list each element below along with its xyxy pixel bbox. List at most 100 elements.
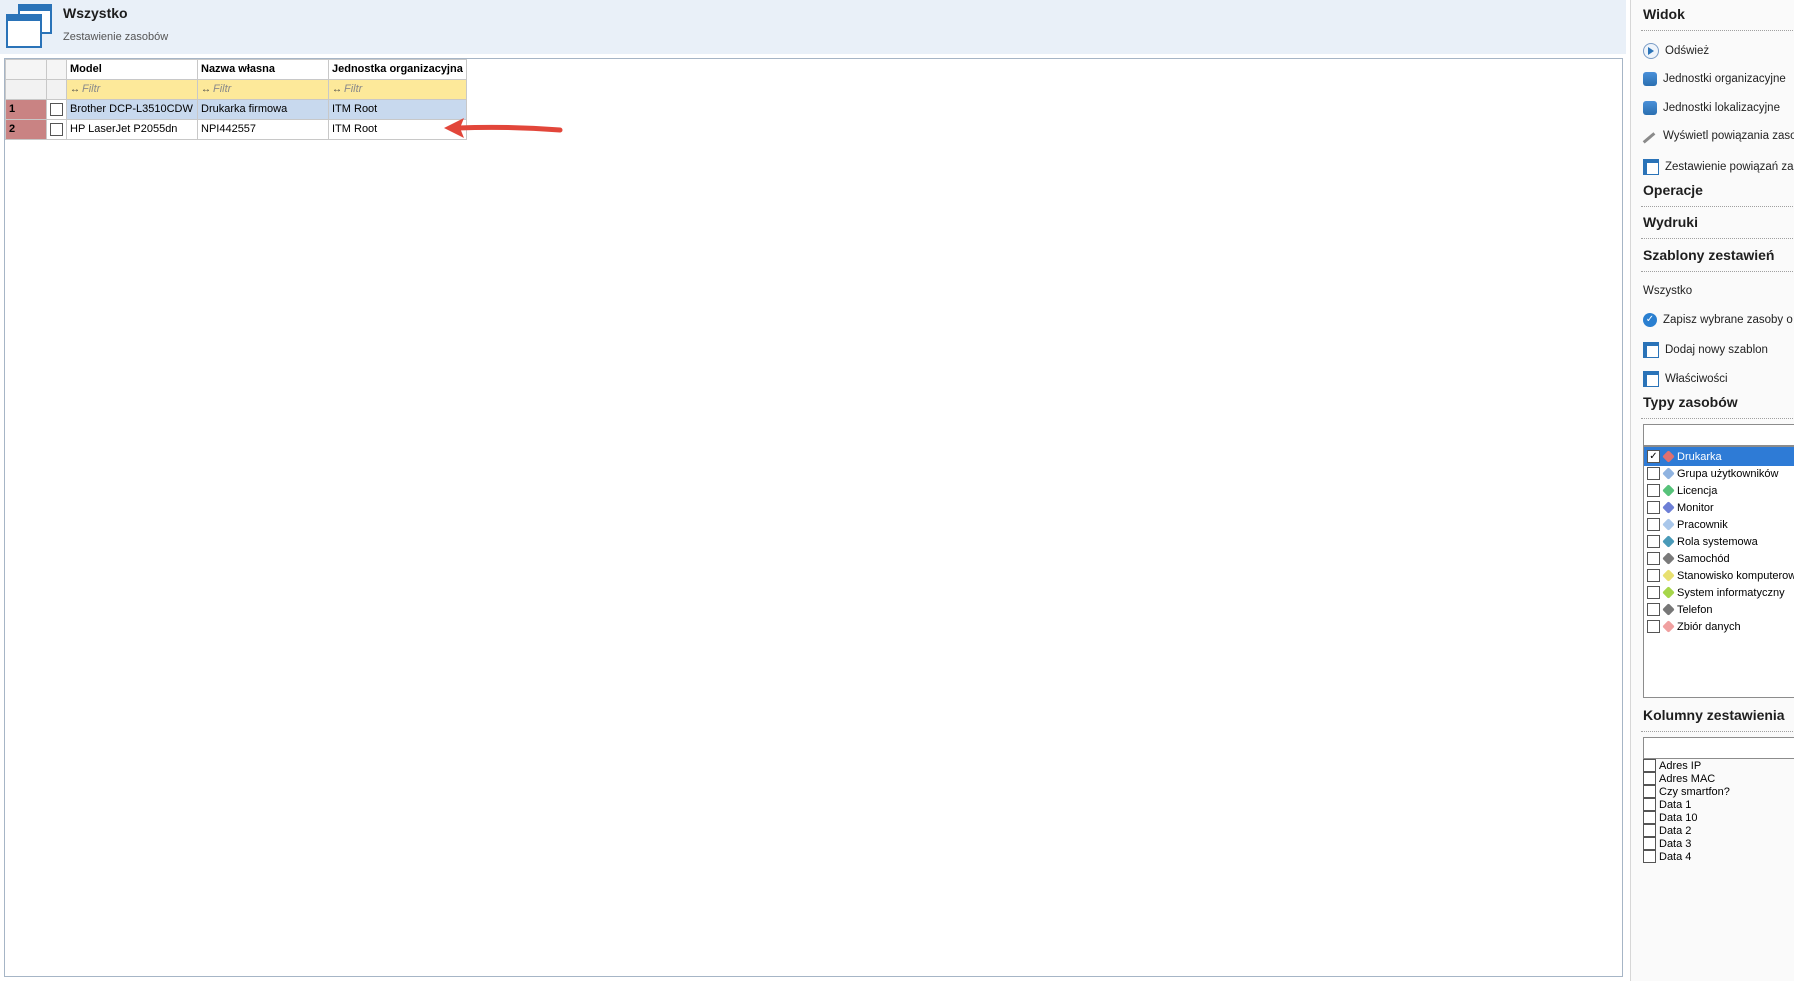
- list-item-label: Stanowisko komputerowe: [1677, 569, 1794, 582]
- list-item-label: Monitor: [1677, 501, 1714, 514]
- tag-icon: [1662, 552, 1675, 565]
- section-title-widok[interactable]: Widok: [1643, 6, 1685, 22]
- column-option[interactable]: Data 4: [1643, 849, 1691, 864]
- column-header-model[interactable]: Model: [66, 59, 198, 80]
- cell-model[interactable]: Brother DCP-L3510CDW: [66, 99, 198, 120]
- row-number: 2: [5, 119, 47, 140]
- tag-icon: [1662, 518, 1675, 531]
- column-option-label: Data 3: [1659, 837, 1692, 850]
- filter-blank: [5, 79, 47, 100]
- right-side-panel: Widok Odśwież Jednostki organizacyjne Je…: [1630, 0, 1794, 981]
- checkbox[interactable]: ✓: [1647, 450, 1660, 463]
- section-divider: [1641, 238, 1794, 239]
- checkbox[interactable]: [1647, 501, 1660, 514]
- tag-icon: [1662, 467, 1675, 480]
- column-option-label: Czy smartfon?: [1659, 785, 1730, 798]
- list-item-label: Pracownik: [1677, 518, 1728, 531]
- person-icon: [1643, 72, 1657, 86]
- filter-cell-name[interactable]: ↔ Filtr: [197, 79, 329, 100]
- current-template[interactable]: Wszystko: [1643, 285, 1692, 297]
- section-title-typy[interactable]: Typy zasobów: [1643, 394, 1738, 410]
- cell-name[interactable]: NPI442557: [197, 119, 329, 140]
- filter-placeholder: Filtr: [344, 83, 363, 95]
- row-checkbox-cell[interactable]: [46, 99, 67, 120]
- windows-icon: [6, 4, 52, 48]
- section-divider: [1641, 206, 1794, 207]
- cell-model[interactable]: HP LaserJet P2055dn: [66, 119, 198, 140]
- checkbox[interactable]: [1647, 603, 1660, 616]
- row-number-header: [5, 59, 47, 80]
- list-item[interactable]: Zbiór danych: [1644, 617, 1794, 636]
- edit-window-icon: [1643, 371, 1659, 387]
- section-title-wydruki[interactable]: Wydruki: [1643, 214, 1698, 230]
- filter-blank: [46, 79, 67, 100]
- show-relations-action[interactable]: Wyświetl powiązania zasobów: [1642, 130, 1794, 146]
- column-option-label: Data 1: [1659, 798, 1692, 811]
- checkbox[interactable]: [1647, 552, 1660, 565]
- column-search[interactable]: [1643, 737, 1794, 759]
- add-window-icon: [1643, 342, 1659, 358]
- column-header-name[interactable]: Nazwa własna: [197, 59, 329, 80]
- action-label: Jednostki organizacyjne: [1663, 73, 1786, 85]
- row-checkbox[interactable]: [50, 102, 63, 116]
- table-row[interactable]: 2 HP LaserJet P2055dn NPI442557 ITM Root: [5, 119, 467, 140]
- action-label: Jednostki lokalizacyjne: [1663, 102, 1780, 114]
- tag-icon: [1662, 450, 1675, 463]
- list-item-label: Samochód: [1677, 552, 1730, 565]
- list-item-label: Drukarka: [1677, 450, 1722, 463]
- location-units-action[interactable]: Jednostki lokalizacyjne: [1643, 101, 1780, 115]
- checkbox[interactable]: [1647, 620, 1660, 633]
- checkbox-header: [46, 59, 67, 80]
- refresh-icon: [1643, 43, 1659, 59]
- filter-icon: ↔: [201, 84, 211, 95]
- page-subtitle: Zestawienie zasobów: [63, 31, 169, 43]
- tag-icon: [1662, 569, 1675, 582]
- tag-icon: [1662, 586, 1675, 599]
- filter-icon: ↔: [70, 84, 80, 95]
- row-checkbox-cell[interactable]: [46, 119, 67, 140]
- checkbox[interactable]: [1647, 518, 1660, 531]
- view-header: Wszystko Zestawienie zasobów: [0, 0, 1626, 54]
- list-item-label: Zbiór danych: [1677, 620, 1741, 633]
- tag-icon: [1662, 603, 1675, 616]
- list-item-label: Licencja: [1677, 484, 1718, 497]
- resource-grid: Model Nazwa własna Jednostka organizacyj…: [4, 58, 1623, 977]
- tag-icon: [1662, 501, 1675, 514]
- section-divider: [1641, 418, 1794, 419]
- resource-type-search[interactable]: [1643, 424, 1794, 446]
- action-label: Właściwości: [1665, 373, 1728, 385]
- filter-cell-model[interactable]: ↔ Filtr: [66, 79, 198, 100]
- section-title-szablony[interactable]: Szablony zestawień: [1643, 247, 1774, 263]
- checkbox[interactable]: [1647, 467, 1660, 480]
- org-units-action[interactable]: Jednostki organizacyjne: [1643, 72, 1786, 86]
- section-divider: [1641, 30, 1794, 31]
- checkbox[interactable]: [1647, 569, 1660, 582]
- link-icon: [1642, 131, 1658, 146]
- save-selected-action[interactable]: ✓ Zapisz wybrane zasoby o: [1643, 313, 1793, 327]
- action-label: Zestawienie powiązań zasobów: [1665, 161, 1794, 173]
- filter-placeholder: Filtr: [82, 83, 101, 95]
- main-area: Wszystko Zestawienie zasobów Model Nazwa…: [0, 0, 1626, 981]
- table-row[interactable]: 1 Brother DCP-L3510CDW Drukarka firmowa …: [5, 99, 467, 120]
- section-divider: [1641, 271, 1794, 272]
- page-title: Wszystko: [63, 5, 128, 21]
- checkbox[interactable]: [1647, 535, 1660, 548]
- section-divider: [1641, 731, 1794, 732]
- filter-cell-unit[interactable]: ↔ Filtr: [328, 79, 467, 100]
- refresh-action[interactable]: Odśwież: [1643, 43, 1709, 59]
- tag-icon: [1662, 535, 1675, 548]
- checkbox[interactable]: [1643, 850, 1656, 863]
- section-title-operacje[interactable]: Operacje: [1643, 182, 1703, 198]
- section-title-kolumny[interactable]: Kolumny zestawienia: [1643, 707, 1785, 723]
- column-option-label: Adres IP: [1659, 759, 1702, 772]
- add-template-action[interactable]: Dodaj nowy szablon: [1643, 342, 1768, 358]
- action-label: Zapisz wybrane zasoby o: [1663, 314, 1793, 326]
- cell-name[interactable]: Drukarka firmowa: [197, 99, 329, 120]
- checkbox[interactable]: [1647, 484, 1660, 497]
- grid-table: Model Nazwa własna Jednostka organizacyj…: [5, 59, 467, 140]
- column-header-unit[interactable]: Jednostka organizacyjna: [328, 59, 467, 80]
- relations-report-action[interactable]: Zestawienie powiązań zasobów: [1643, 159, 1794, 175]
- properties-action[interactable]: Właściwości: [1643, 371, 1728, 387]
- checkbox[interactable]: [1647, 586, 1660, 599]
- row-checkbox[interactable]: [50, 122, 63, 136]
